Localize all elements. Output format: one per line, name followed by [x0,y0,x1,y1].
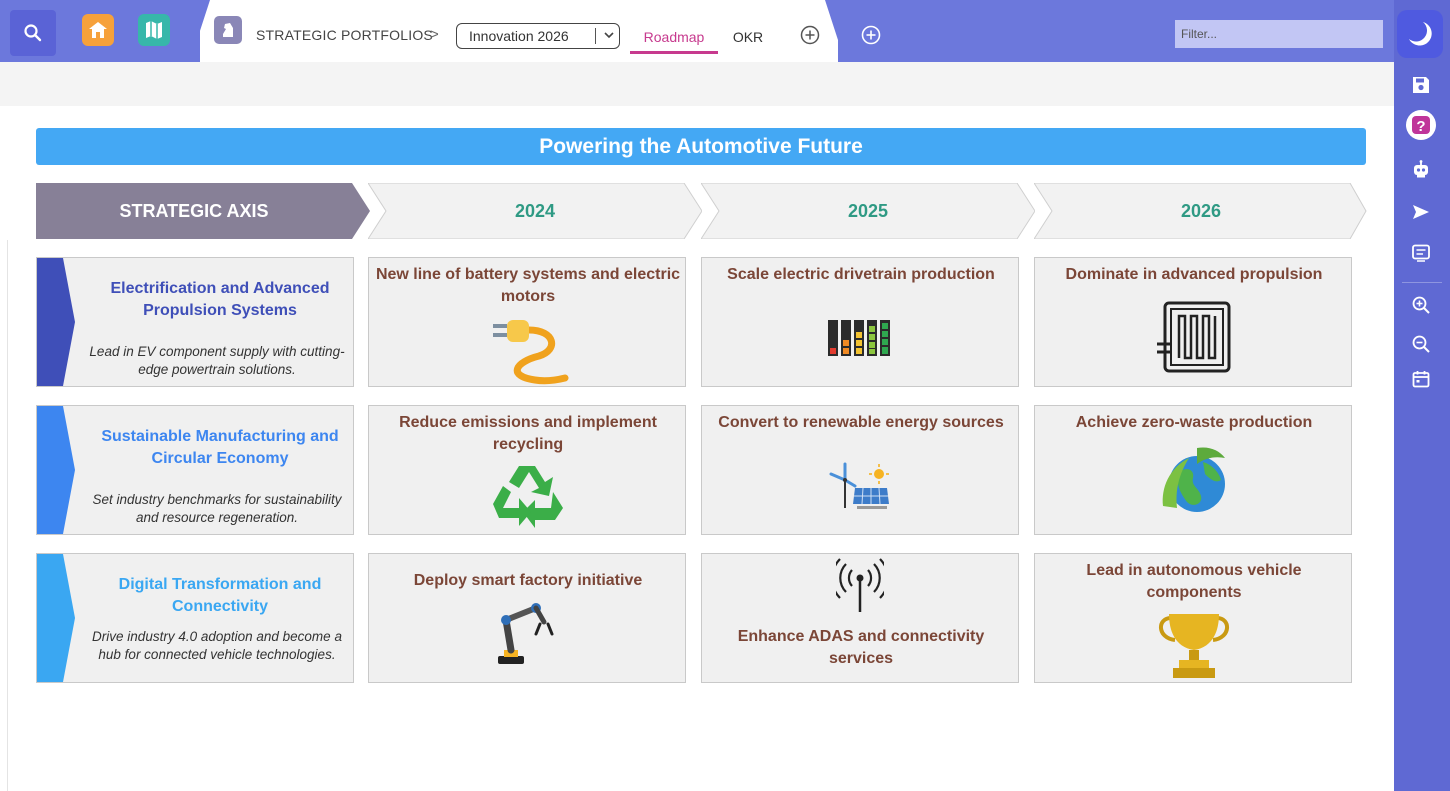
year-label: 2025 [847,201,889,221]
cell-title: Deploy smart factory initiative [413,572,643,589]
year-label: 2026 [1180,201,1222,221]
map-icon [146,21,162,39]
cell-title: Scale electric drivetrain production [727,266,995,283]
cell-title: Convert to renewable energy sources [718,414,1004,431]
axis-description: Set industry benchmarks for sustainabili… [92,492,342,525]
robot-icon [1414,160,1428,178]
eco-globe-icon [1162,447,1225,512]
search-icon [24,24,42,42]
year-label: 2024 [514,201,556,221]
year-header-2025: 2025 [701,183,1035,239]
roadmap-cell[interactable]: Convert to renewable energy sources [701,405,1019,535]
add-tab-icon[interactable] [799,24,821,46]
axis-header: STRATEGIC AXIS [36,183,370,239]
roadmap-cell[interactable]: Lead in autonomous vehicle components [1034,553,1352,683]
send-button[interactable] [1408,199,1434,225]
zoom-in-icon [1412,296,1430,314]
cell-title: Achieve zero-waste production [1075,414,1313,431]
chevron-down-icon [604,32,614,39]
help-icon: ? [1406,110,1436,140]
cell-title: Lead in autonomous vehicle components [1086,562,1302,601]
home-button[interactable] [82,14,114,46]
axis-title: Electrification and Advanced Propulsion … [110,280,330,319]
svg-text:?: ? [1416,118,1425,135]
portfolio-select[interactable]: Innovation 2026 [456,23,620,49]
calendar-icon [1412,371,1430,388]
tab-roadmap[interactable]: Roadmap [630,22,718,54]
breadcrumb[interactable]: STRATEGIC PORTFOLIOS [256,27,433,43]
roadmap-cell[interactable]: Scale electric drivetrain production [701,257,1019,387]
chess-knight-icon [223,23,233,37]
axis-card-electrification[interactable]: Electrification and Advanced Propulsion … [36,257,354,387]
help-button[interactable]: ? [1405,109,1437,141]
battery-levels-icon [828,320,890,356]
year-header-2024: 2024 [368,183,702,239]
roadmap-cell[interactable]: Enhance ADAS and connectivity services [701,553,1019,683]
save-icon [1413,77,1429,93]
form-button[interactable] [1408,240,1434,266]
assistant-button[interactable] [1408,156,1434,182]
home-icon [89,22,107,38]
calendar-button[interactable] [1408,366,1434,392]
axis-description: Drive industry 4.0 adoption and become a… [92,629,342,662]
send-icon [1413,205,1429,219]
axis-description: Lead in EV component supply with cutting… [89,344,345,377]
axis-card-digital[interactable]: Digital Transformation and Connectivity … [36,553,354,683]
roadmap-cell[interactable]: Reduce emissions and implement recycling [368,405,686,535]
roadmap-cell[interactable]: Dominate in advanced propulsion [1034,257,1352,387]
right-toolbar: ? [1394,0,1450,791]
heating-coil-icon [1157,301,1231,373]
plug-icon [493,320,569,385]
cell-title: Reduce emissions and implement recycling [399,414,657,453]
search-button[interactable] [10,10,56,56]
tab-okr[interactable]: OKR [728,22,768,52]
breadcrumb-separator: > [430,26,439,43]
axis-header-label: STRATEGIC AXIS [119,201,269,221]
save-button[interactable] [1408,72,1434,98]
axis-card-sustainability[interactable]: Sustainable Manufacturing and Circular E… [36,405,354,535]
year-header-2026: 2026 [1034,183,1368,239]
axis-title: Digital Transformation and Connectivity [118,576,322,615]
app-window: STRATEGIC PORTFOLIOS > Innovation 2026 R… [0,0,1450,791]
moon-logo-icon [1409,22,1432,46]
app-logo[interactable] [1397,10,1443,58]
trophy-icon [1159,614,1229,678]
axis-title: Sustainable Manufacturing and Circular E… [101,428,339,467]
top-bar: STRATEGIC PORTFOLIOS > Innovation 2026 R… [0,0,1394,62]
robot-arm-icon [498,603,554,664]
toolbar-strip [0,62,1394,106]
zoom-out-icon [1412,335,1430,353]
form-icon [1412,244,1430,262]
roadmap-cell[interactable]: Deploy smart factory initiative [368,553,686,683]
roadmap-cell[interactable]: Achieve zero-waste production [1034,405,1352,535]
map-button[interactable] [138,14,170,46]
zoom-in-button[interactable] [1408,292,1434,318]
cell-title: Enhance ADAS and connectivity services [737,628,985,667]
add-page-icon[interactable] [860,24,882,46]
roadmap-cell[interactable]: New line of battery systems and electric… [368,257,686,387]
renewable-energy-icon [829,462,889,509]
cell-title: Dominate in advanced propulsion [1065,266,1323,283]
cell-title: New line of battery systems and electric… [375,266,681,305]
recycle-icon [493,466,563,528]
roadmap-title: Powering the Automotive Future [36,128,1366,165]
antenna-icon [836,558,884,612]
portfolio-button[interactable] [214,16,242,44]
zoom-out-button[interactable] [1408,331,1434,357]
portfolio-select-value: Innovation 2026 [469,28,569,44]
filter-input[interactable] [1175,20,1383,48]
